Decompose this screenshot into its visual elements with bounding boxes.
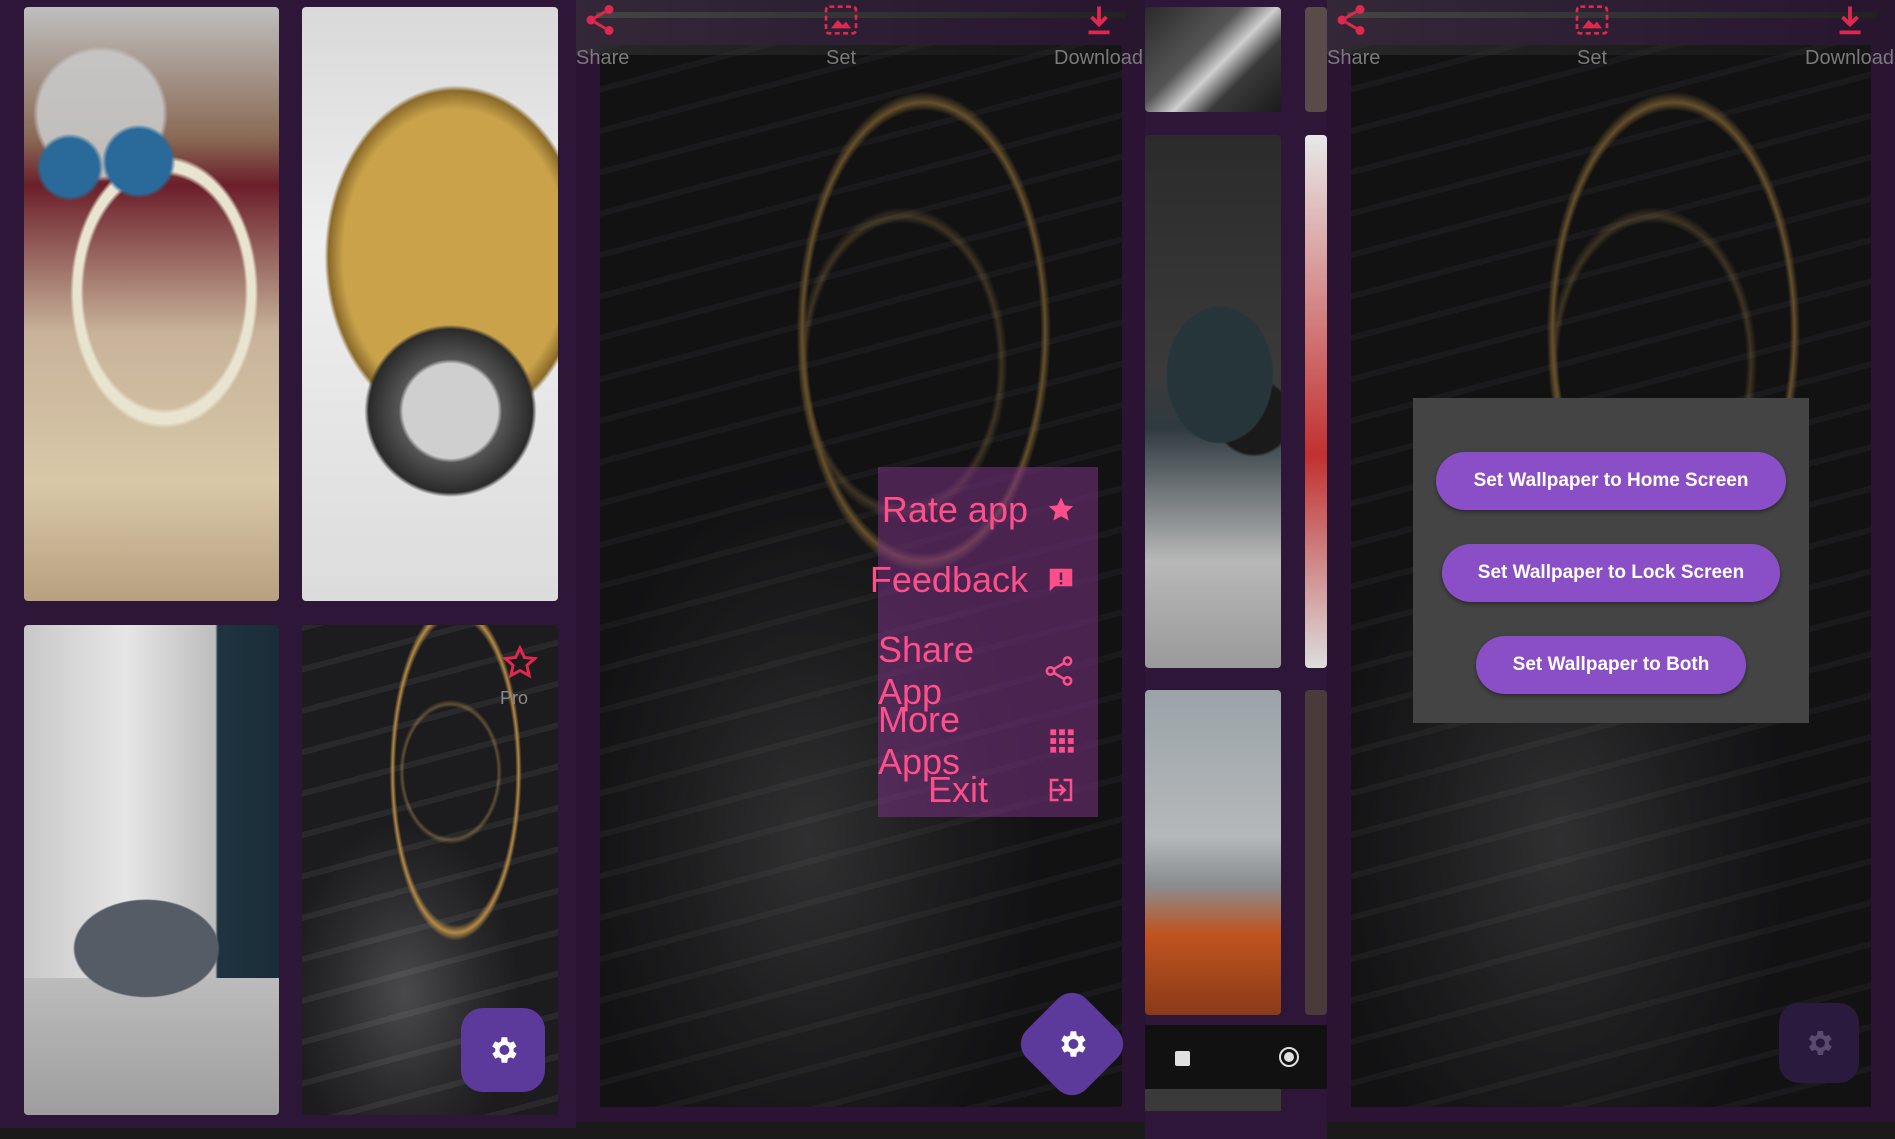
exit-icon bbox=[1049, 778, 1073, 802]
image-icon[interactable] bbox=[821, 0, 861, 40]
wallpaper-thumb-gold-car[interactable] bbox=[302, 7, 558, 601]
overflow-menu: Rate app Feedback Share App More Apps Ex… bbox=[870, 467, 1098, 817]
share-icon bbox=[1045, 656, 1073, 686]
partial-grid-screen bbox=[1145, 0, 1327, 1139]
set-button[interactable]: Set bbox=[1577, 47, 1607, 70]
menu-item-label: Exit bbox=[927, 769, 988, 810]
apps-grid-icon bbox=[1050, 729, 1074, 753]
menu-item-feedback[interactable]: Feedback bbox=[870, 559, 1076, 601]
menu-item-label: Feedback bbox=[869, 559, 1028, 600]
home-icon[interactable] bbox=[1279, 1047, 1299, 1067]
bottom-strip bbox=[0, 1128, 576, 1139]
wallpaper-thumb-chrome-detail[interactable] bbox=[1145, 7, 1281, 112]
download-icon[interactable] bbox=[1832, 2, 1868, 38]
wallpaper-thumb-classic-sedan[interactable] bbox=[24, 625, 279, 1115]
wallpaper-thumb-thumb-edge-2[interactable] bbox=[1305, 135, 1327, 668]
wallpaper-thumb-vintage-interior[interactable] bbox=[24, 7, 279, 601]
set-lock-screen-button[interactable]: Set Wallpaper to Lock Screen bbox=[1442, 544, 1780, 602]
bottom-strip bbox=[1327, 1122, 1895, 1139]
star-icon bbox=[1048, 497, 1074, 521]
settings-fab[interactable] bbox=[1779, 1003, 1859, 1083]
recent-apps-icon[interactable] bbox=[1175, 1051, 1190, 1066]
share-icon[interactable] bbox=[582, 2, 618, 38]
set-wallpaper-screen: Share Set Download Set Wallpaper to Home… bbox=[1327, 0, 1895, 1139]
wallpaper-grid-screen: Pro bbox=[0, 0, 576, 1139]
menu-item-rate-app[interactable]: Rate app bbox=[882, 489, 1076, 531]
share-button[interactable]: Share bbox=[576, 47, 629, 70]
download-button[interactable]: Download bbox=[1054, 47, 1143, 70]
wallpaper-thumb-orange-car[interactable] bbox=[1145, 690, 1281, 1015]
wallpaper-viewer-screen: Share Set Download Rate app Feedback Sha… bbox=[576, 0, 1145, 1139]
set-home-screen-button[interactable]: Set Wallpaper to Home Screen bbox=[1436, 452, 1786, 510]
download-button[interactable]: Download bbox=[1805, 47, 1894, 70]
menu-item-label: Rate app bbox=[881, 489, 1028, 530]
wallpaper-thumb-motorcycle[interactable] bbox=[1145, 135, 1281, 668]
gear-icon bbox=[1808, 1031, 1832, 1055]
download-icon[interactable] bbox=[1081, 2, 1117, 38]
bottom-strip bbox=[576, 1122, 1145, 1139]
gear-icon bbox=[1061, 1031, 1086, 1057]
image-icon[interactable] bbox=[1572, 0, 1612, 40]
settings-fab[interactable] bbox=[461, 1008, 545, 1092]
menu-item-exit[interactable]: Exit bbox=[928, 769, 1076, 811]
feedback-icon bbox=[1049, 568, 1073, 592]
android-nav-bar bbox=[1145, 1025, 1327, 1089]
set-both-button[interactable]: Set Wallpaper to Both bbox=[1476, 636, 1746, 694]
set-wallpaper-dialog: Set Wallpaper to Home Screen Set Wallpap… bbox=[1413, 398, 1809, 723]
set-button[interactable]: Set bbox=[826, 47, 856, 70]
bottom-strip bbox=[1145, 1089, 1327, 1139]
wallpaper-thumb-thumb-edge-1[interactable] bbox=[1305, 7, 1327, 112]
share-icon[interactable] bbox=[1333, 2, 1369, 38]
gear-icon bbox=[492, 1037, 517, 1063]
pro-star-icon[interactable] bbox=[502, 645, 538, 681]
pro-label: Pro bbox=[500, 688, 529, 708]
wallpaper-thumb-thumb-edge-3[interactable] bbox=[1305, 690, 1327, 1015]
share-button[interactable]: Share bbox=[1327, 47, 1380, 70]
